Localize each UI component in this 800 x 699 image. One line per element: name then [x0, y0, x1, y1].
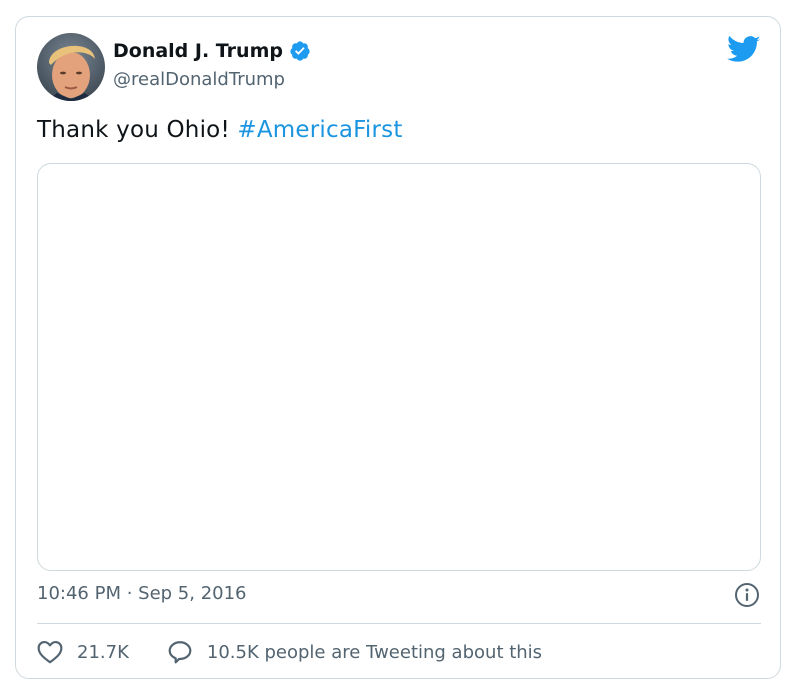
like-count[interactable]: 21.7K — [77, 642, 129, 663]
conversation-text[interactable]: 10.5K people are Tweeting about this — [207, 642, 542, 663]
author-handle[interactable]: @realDonaldTrump — [113, 68, 285, 92]
heart-icon — [37, 640, 63, 664]
like-button[interactable]: 21.7K — [37, 640, 129, 664]
tweet-date[interactable]: Sep 5, 2016 — [138, 582, 246, 606]
hashtag-link[interactable]: #AmericaFirst — [237, 117, 402, 143]
tweet-time[interactable]: 10:46 PM — [37, 582, 121, 606]
avatar[interactable] — [37, 33, 105, 101]
author-name-row[interactable]: Donald J. Trump — [113, 39, 311, 63]
tweet-timestamp[interactable]: 10:46 PM · Sep 5, 2016 — [37, 582, 247, 606]
twitter-bird-icon[interactable] — [727, 35, 761, 65]
author-name[interactable]: Donald J. Trump — [113, 39, 283, 63]
speech-bubble-icon — [167, 640, 193, 664]
tweet-actions: 21.7K 10.5K people are Tweeting about th… — [37, 638, 542, 666]
divider — [37, 623, 761, 624]
tweet-text: Thank you Ohio! #AmericaFirst — [37, 115, 403, 145]
tweet-body: Thank you Ohio! — [37, 117, 230, 143]
timestamp-separator: · — [120, 583, 139, 604]
tweet-card[interactable]: Donald J. Trump @realDonaldTrump Thank y… — [15, 16, 781, 679]
info-icon[interactable] — [734, 582, 760, 608]
verified-badge-icon — [289, 40, 311, 62]
media-container[interactable] — [37, 163, 761, 571]
conversation-link[interactable]: 10.5K people are Tweeting about this — [167, 640, 542, 664]
